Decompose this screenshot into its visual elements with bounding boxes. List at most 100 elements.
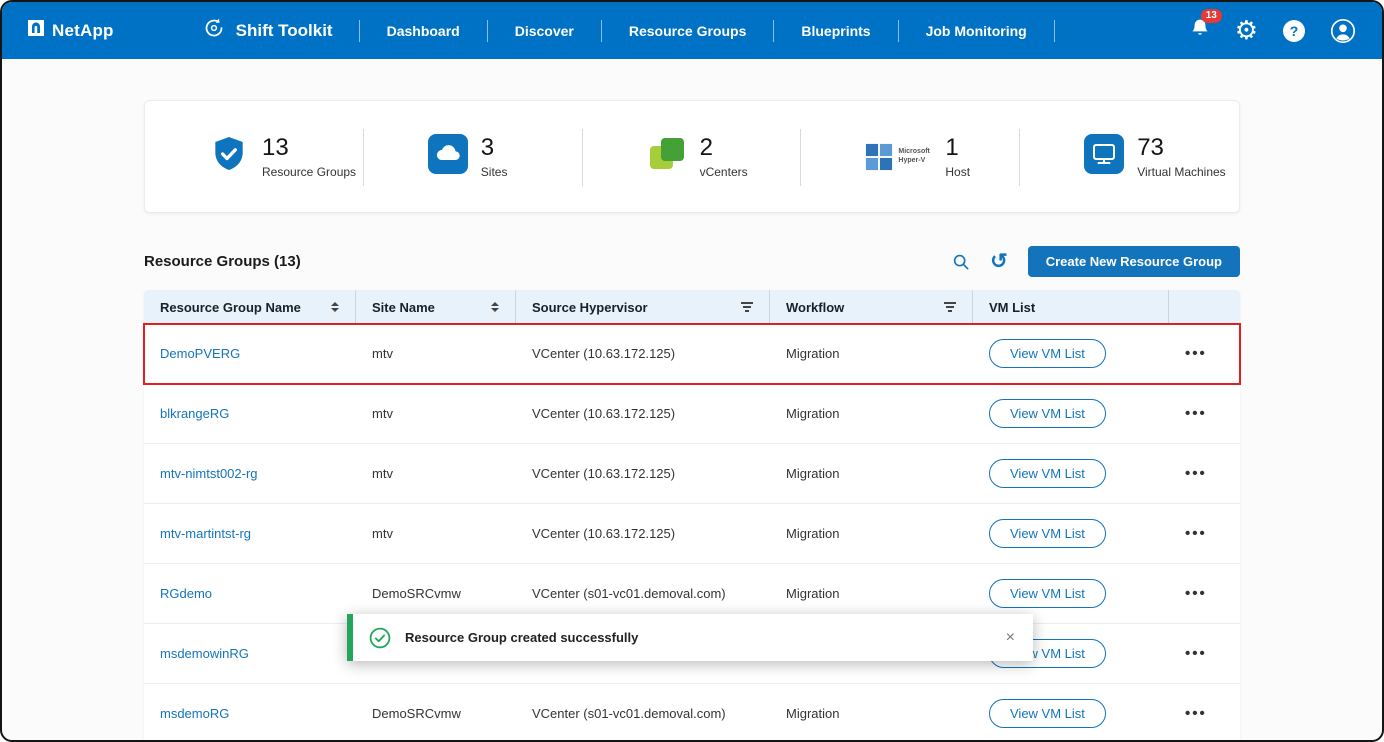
workflow-cell: Migration	[770, 526, 973, 541]
view-vm-list-button[interactable]: View VM List	[989, 699, 1106, 728]
stat-label: Host	[945, 165, 970, 179]
column-label: Source Hypervisor	[532, 300, 648, 315]
more-options-button[interactable]	[1185, 345, 1207, 362]
stat-vcenters: 2 vCenters	[583, 101, 802, 212]
table-row: DemoPVERG mtv VCenter (10.63.172.125) Mi…	[144, 324, 1240, 384]
list-actions: Create New Resource Group	[952, 246, 1240, 277]
source-hypervisor-cell: VCenter (10.63.172.125)	[516, 466, 770, 481]
column-header-site-name: Site Name	[356, 290, 516, 324]
main-navigation: Dashboard Discover Resource Groups Bluep…	[359, 20, 1055, 42]
nav-item-blueprints[interactable]: Blueprints	[774, 20, 898, 42]
stat-value: 3	[481, 134, 508, 162]
cloud-icon	[428, 134, 468, 179]
sort-icon[interactable]	[331, 302, 339, 312]
filter-icon[interactable]	[944, 302, 956, 312]
more-options-button[interactable]	[1185, 465, 1207, 482]
netapp-logo[interactable]: NetApp	[28, 20, 114, 41]
stat-label: Resource Groups	[262, 165, 356, 179]
app-title-text: Shift Toolkit	[236, 21, 333, 41]
table-row: msdemoRG DemoSRCvmw VCenter (s01-vc01.de…	[144, 684, 1240, 742]
resource-group-link[interactable]: blkrangeRG	[160, 406, 229, 421]
column-label: Resource Group Name	[160, 300, 301, 315]
resource-group-link[interactable]: mtv-martintst-rg	[160, 526, 251, 541]
column-header-resource-group-name: Resource Group Name	[144, 290, 356, 324]
vcenter-icon	[647, 134, 687, 179]
more-options-button[interactable]	[1185, 405, 1207, 422]
workflow-cell: Migration	[770, 346, 973, 361]
source-hypervisor-cell: VCenter (s01-vc01.demoval.com)	[516, 706, 770, 721]
toast-accent-bar	[347, 614, 353, 661]
view-vm-list-button[interactable]: View VM List	[989, 579, 1106, 608]
stat-virtual-machines: 73 Virtual Machines	[1020, 101, 1239, 212]
source-hypervisor-cell: VCenter (10.63.172.125)	[516, 526, 770, 541]
settings-gear-icon[interactable]	[1235, 17, 1258, 44]
notification-count-badge: 13	[1201, 9, 1222, 23]
stat-label: Virtual Machines	[1137, 165, 1226, 179]
stat-value: 73	[1137, 134, 1226, 162]
site-name-cell: mtv	[356, 466, 516, 481]
toast-message: Resource Group created successfully	[405, 630, 638, 645]
close-icon[interactable]	[1006, 630, 1015, 646]
nav-item-dashboard[interactable]: Dashboard	[360, 20, 488, 42]
stat-sites: 3 Sites	[364, 101, 583, 212]
column-label: Site Name	[372, 300, 435, 315]
source-hypervisor-cell: VCenter (s01-vc01.demoval.com)	[516, 586, 770, 601]
filter-icon[interactable]	[741, 302, 753, 312]
more-options-button[interactable]	[1185, 585, 1207, 602]
more-options-button[interactable]	[1185, 645, 1207, 662]
help-icon[interactable]	[1283, 20, 1305, 42]
site-name-cell: mtv	[356, 406, 516, 421]
column-label: VM List	[989, 300, 1035, 315]
search-icon[interactable]	[952, 253, 970, 271]
nav-item-resource-groups[interactable]: Resource Groups	[602, 20, 774, 42]
nav-item-job-monitoring[interactable]: Job Monitoring	[899, 20, 1055, 42]
refresh-icon[interactable]	[990, 251, 1008, 272]
view-vm-list-button[interactable]: View VM List	[989, 399, 1106, 428]
resource-group-link[interactable]: DemoPVERG	[160, 346, 240, 361]
stat-resource-groups: 13 Resource Groups	[145, 101, 364, 212]
stat-label: Sites	[481, 165, 508, 179]
site-name-cell: mtv	[356, 346, 516, 361]
table-header-row: Resource Group Name Site Name Source Hyp…	[144, 290, 1240, 324]
resource-group-link[interactable]: RGdemo	[160, 586, 212, 601]
resource-group-link[interactable]: msdemoRG	[160, 706, 229, 721]
app-window: NetApp Shift Toolkit Dashboard Discover …	[0, 0, 1384, 742]
stat-value: 13	[262, 134, 356, 162]
resource-groups-header: Resource Groups (13) Create New Resource…	[144, 246, 1240, 277]
workflow-cell: Migration	[770, 706, 973, 721]
nav-item-discover[interactable]: Discover	[488, 20, 602, 42]
app-title: Shift Toolkit	[202, 16, 333, 45]
column-header-actions	[1169, 290, 1240, 324]
create-new-resource-group-button[interactable]: Create New Resource Group	[1028, 246, 1240, 277]
workflow-cell: Migration	[770, 466, 973, 481]
toast-notification: Resource Group created successfully	[347, 614, 1033, 661]
user-avatar-icon[interactable]	[1330, 18, 1356, 44]
column-label: Workflow	[786, 300, 844, 315]
workflow-cell: Migration	[770, 586, 973, 601]
topbar-actions: 13	[1190, 17, 1356, 44]
column-header-source-hypervisor: Source Hypervisor	[516, 290, 770, 324]
resource-group-link[interactable]: msdemowinRG	[160, 646, 249, 661]
summary-stats-card: 13 Resource Groups 3 Sites 2	[144, 100, 1240, 213]
table-row: mtv-martintst-rg mtv VCenter (10.63.172.…	[144, 504, 1240, 564]
column-header-vm-list: VM List	[973, 290, 1169, 324]
virtual-machine-icon	[1084, 134, 1124, 179]
more-options-button[interactable]	[1185, 525, 1207, 542]
hyperv-icon: Microsoft Hyper-V	[865, 143, 932, 171]
view-vm-list-button[interactable]: View VM List	[989, 519, 1106, 548]
workflow-cell: Migration	[770, 406, 973, 421]
table-row: mtv-nimtst002-rg mtv VCenter (10.63.172.…	[144, 444, 1240, 504]
stat-host: Microsoft Hyper-V 1 Host	[801, 101, 1020, 212]
netapp-logo-icon	[28, 20, 44, 41]
top-navigation-bar: NetApp Shift Toolkit Dashboard Discover …	[2, 2, 1382, 59]
shield-check-icon	[209, 134, 249, 179]
view-vm-list-button[interactable]: View VM List	[989, 459, 1106, 488]
site-name-cell: DemoSRCvmw	[356, 586, 516, 601]
more-options-button[interactable]	[1185, 705, 1207, 722]
stat-value: 2	[700, 134, 748, 162]
source-hypervisor-cell: VCenter (10.63.172.125)	[516, 406, 770, 421]
resource-group-link[interactable]: mtv-nimtst002-rg	[160, 466, 258, 481]
sort-icon[interactable]	[491, 302, 499, 312]
notification-bell-icon[interactable]: 13	[1190, 17, 1210, 44]
view-vm-list-button[interactable]: View VM List	[989, 339, 1106, 368]
